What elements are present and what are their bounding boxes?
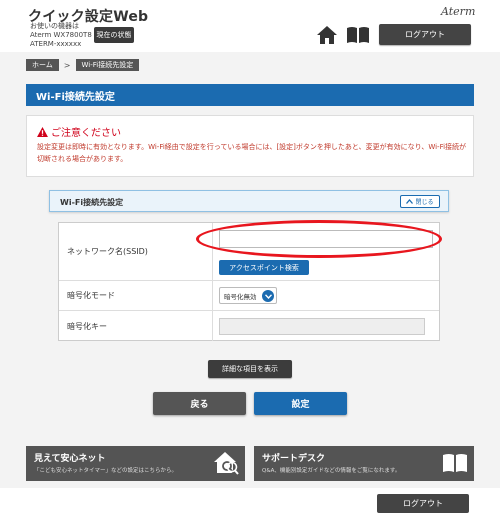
encryption-select-value: 暗号化無効 [224, 292, 257, 301]
book-icon [443, 454, 467, 472]
notice-heading: ご注意ください [37, 124, 121, 139]
book-icon[interactable] [346, 26, 370, 44]
encryption-key-input [219, 318, 425, 335]
back-button[interactable]: 戻る [153, 392, 246, 415]
encryption-select[interactable]: 暗号化無効 [219, 287, 277, 304]
breadcrumb: ホーム > Wi-Fi接続先設定 [26, 59, 140, 71]
encryption-row: 暗号化モード 暗号化無効 [59, 281, 439, 311]
safe-net-desc: 「こども安心ネットタイマー」などの設定はこちらから。 [34, 468, 178, 474]
chevron-up-icon [406, 199, 414, 204]
ssid-input[interactable] [219, 230, 433, 248]
encryption-label: 暗号化モード [59, 281, 213, 310]
logout-button-bottom[interactable]: ログアウト [377, 494, 469, 513]
logout-button-top[interactable]: ログアウト [379, 24, 471, 45]
settings-table: ネットワーク名(SSID) アクセスポイント検索 暗号化モード 暗号化無効 暗号… [58, 222, 440, 341]
support-desk-title: サポートデスク [262, 454, 326, 464]
close-section-label: 閉じる [415, 199, 434, 206]
footer: ログアウト [0, 488, 500, 519]
home-search-icon [214, 452, 239, 475]
notice-box: ご注意ください 設定変更は即時に有効となります。Wi-Fi経由で設定を行っている… [26, 115, 474, 177]
breadcrumb-home[interactable]: ホーム [26, 59, 59, 71]
encryption-key-label: 暗号化キー [59, 311, 213, 341]
show-details-button[interactable]: 詳細な項目を表示 [208, 360, 292, 378]
breadcrumb-separator: > [63, 60, 71, 70]
brand-logo: Aterm [441, 5, 476, 18]
device-id: ATERM-xxxxxx [30, 40, 82, 48]
safe-net-title: 見えて安心ネット [34, 454, 106, 464]
section-header: Wi-Fi接続先設定 閉じる [49, 190, 449, 212]
breadcrumb-current: Wi-Fi接続先設定 [75, 59, 140, 71]
device-model: Aterm WX7800T8 [30, 31, 92, 39]
encryption-key-row: 暗号化キー [59, 311, 439, 341]
current-status-button[interactable]: 現在の状態 [94, 27, 134, 43]
ssid-label: ネットワーク名(SSID) [59, 223, 213, 280]
ssid-row: ネットワーク名(SSID) アクセスポイント検索 [59, 223, 439, 281]
page-title: Wi-Fi接続先設定 [26, 84, 474, 106]
apply-button[interactable]: 設定 [254, 392, 347, 415]
safe-net-banner[interactable]: 見えて安心ネット 「こども安心ネットタイマー」などの設定はこちらから。 [26, 446, 245, 481]
warning-icon [37, 126, 48, 137]
support-desk-desc: Q&A、機能別設定ガイドなどの情報をご覧になれます。 [262, 468, 401, 474]
header: クイック設定Web お使いの機器は Aterm WX7800T8 ATERM-x… [0, 0, 500, 52]
close-section-button[interactable]: 閉じる [400, 195, 440, 208]
notice-heading-text: ご注意ください [51, 128, 121, 139]
support-desk-banner[interactable]: サポートデスク Q&A、機能別設定ガイドなどの情報をご覧になれます。 [254, 446, 474, 481]
chevron-down-icon [262, 290, 274, 302]
access-point-search-button[interactable]: アクセスポイント検索 [219, 260, 309, 275]
home-icon[interactable] [316, 25, 338, 45]
section-title: Wi-Fi接続先設定 [60, 198, 124, 207]
notice-text: 設定変更は即時に有効となります。Wi-Fi経由で設定を行っている場合には、[設定… [37, 143, 467, 163]
device-label: お使いの機器は [30, 22, 79, 30]
